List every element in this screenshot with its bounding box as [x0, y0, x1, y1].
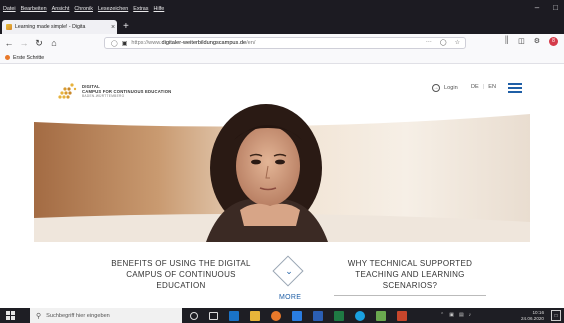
new-tab-button[interactable]: +	[123, 21, 129, 33]
menu-item-lesezeichen[interactable]: Lesezeichen	[98, 6, 128, 12]
sidebar-icon[interactable]: ◫	[518, 37, 525, 46]
back-icon[interactable]: ←	[3, 38, 15, 48]
menu-bar: Datei Bearbeiten Ansicht Chronik Lesezeichen…	[0, 0, 564, 20]
action-center-icon[interactable]: □	[551, 310, 561, 321]
clock[interactable]: 10:16 24.06.2020	[521, 310, 544, 321]
login-label: Login	[444, 85, 458, 91]
menu-item-chronik[interactable]: Chronik	[74, 6, 93, 12]
excel-icon[interactable]	[334, 310, 344, 321]
menu-item-hilfe[interactable]: Hilfe	[154, 6, 165, 12]
site-favicon-icon	[6, 24, 12, 30]
taskbar-search-placeholder: Suchbegriff hier eingeben	[46, 312, 110, 319]
lang-separator: |	[482, 84, 485, 90]
url-text: https://www.digitaler-weiterbildungscamp…	[131, 40, 255, 46]
site-logo[interactable]: DIGITAL CAMPUS FOR CONTINUOUS EDUCATION …	[56, 81, 171, 101]
login-arrow-icon: →	[432, 84, 440, 92]
forward-icon[interactable]: →	[18, 38, 30, 48]
tab-active[interactable]: Learning made simple! - Digita ×	[2, 20, 117, 34]
menu-item-datei[interactable]: Datei	[3, 6, 16, 12]
windows-start-icon[interactable]	[6, 311, 15, 320]
login-link[interactable]: → Login	[432, 84, 458, 92]
url-actions: ··· ◯ ☆	[426, 39, 460, 46]
chevron-down-icon[interactable]: ⌄	[282, 264, 296, 278]
tab-title: Learning made simple! - Digita	[15, 24, 86, 30]
clock-date: 24.06.2020	[521, 315, 544, 321]
outlook-icon[interactable]	[229, 310, 239, 321]
feature-benefits[interactable]: BENEFITS OF USING THE DIGITAL CAMPUS OF …	[111, 258, 251, 291]
reload-icon[interactable]: ↻	[33, 38, 45, 49]
firefox-bookmark-icon	[5, 55, 10, 60]
windows-taskbar: ⚲ Suchbegriff hier eingeben ⌃ ▣ ▤ ♪ 10:1…	[0, 308, 564, 323]
lang-en[interactable]: EN	[488, 84, 496, 90]
pocket-icon[interactable]: ◯	[440, 39, 447, 46]
hero-image	[34, 100, 530, 242]
lang-de[interactable]: DE	[471, 84, 479, 90]
battery-icon[interactable]: ▤	[459, 312, 464, 318]
url-prefix: https://www.	[131, 40, 162, 46]
menu-item-ansicht[interactable]: Ansicht	[52, 6, 70, 12]
lock-icon[interactable]: ▣	[122, 40, 128, 47]
logo-dots-icon	[58, 83, 77, 99]
cortana-icon[interactable]	[190, 311, 198, 320]
hero-photo	[34, 100, 530, 242]
mail-icon[interactable]	[292, 310, 302, 321]
window-controls: – □	[535, 3, 558, 12]
toolbar-right: ║ ◫ ⚙ 8	[504, 37, 558, 46]
url-bar[interactable]: ◯ ▣ https://www.digitaler-weiterbildungs…	[104, 37, 466, 49]
search-icon: ⚲	[36, 312, 42, 320]
extension-icon[interactable]: ⚙	[534, 37, 540, 46]
hamburger-menu-icon[interactable]	[508, 83, 522, 93]
notification-badge[interactable]: 8	[549, 37, 558, 46]
minimize-icon[interactable]: –	[535, 3, 539, 12]
restore-icon[interactable]: □	[553, 3, 558, 12]
system-tray: ⌃ ▣ ▤ ♪	[440, 312, 471, 318]
tracking-shield-icon[interactable]: ◯	[111, 40, 118, 47]
taskbar-apps	[190, 308, 407, 323]
close-tab-icon[interactable]: ×	[109, 24, 117, 31]
network-icon[interactable]: ▣	[449, 312, 454, 318]
url-host: digitaler-weiterbildungscampus.de	[161, 40, 247, 46]
page-actions-icon[interactable]: ···	[426, 39, 432, 46]
home-icon[interactable]: ⌂	[48, 38, 60, 48]
paint-icon[interactable]	[376, 310, 386, 321]
tray-expand-icon[interactable]: ⌃	[440, 312, 444, 318]
language-switcher: DE | EN	[471, 84, 496, 90]
tab-bar: Learning made simple! - Digita × +	[0, 20, 564, 34]
word-icon[interactable]	[313, 310, 323, 321]
bookmark-star-icon[interactable]: ☆	[455, 39, 460, 46]
bookmark-item[interactable]: Erste Schritte	[13, 55, 44, 61]
url-path: /en/	[246, 40, 256, 46]
menu-item-bearbeiten[interactable]: Bearbeiten	[21, 6, 47, 12]
logo-line-3: BADEN-WÜRTTEMBERG	[82, 94, 125, 98]
task-view-icon[interactable]	[209, 311, 218, 320]
feature-why-technical[interactable]: WHY TECHNICAL SUPPORTED TEACHING AND LEA…	[334, 258, 486, 296]
taskbar-search-input[interactable]: ⚲ Suchbegriff hier eingeben	[30, 308, 182, 323]
file-explorer-icon[interactable]	[250, 310, 260, 321]
powerpoint-icon[interactable]	[397, 310, 407, 321]
bookmarks-bar: Erste Schritte	[0, 52, 564, 64]
more-link[interactable]: MORE	[279, 294, 301, 301]
volume-icon[interactable]: ♪	[469, 312, 472, 318]
firefox-icon[interactable]	[271, 310, 281, 321]
menu-list: Datei Bearbeiten Ansicht Chronik Lesezeichen…	[3, 6, 164, 12]
library-icon[interactable]: ║	[504, 37, 509, 46]
menu-item-extras[interactable]: Extras	[133, 6, 148, 12]
navigation-bar: ← → ↻ ⌂ ◯ ▣ https://www.digitaler-weiter…	[0, 34, 564, 52]
skype-icon[interactable]	[355, 310, 365, 321]
